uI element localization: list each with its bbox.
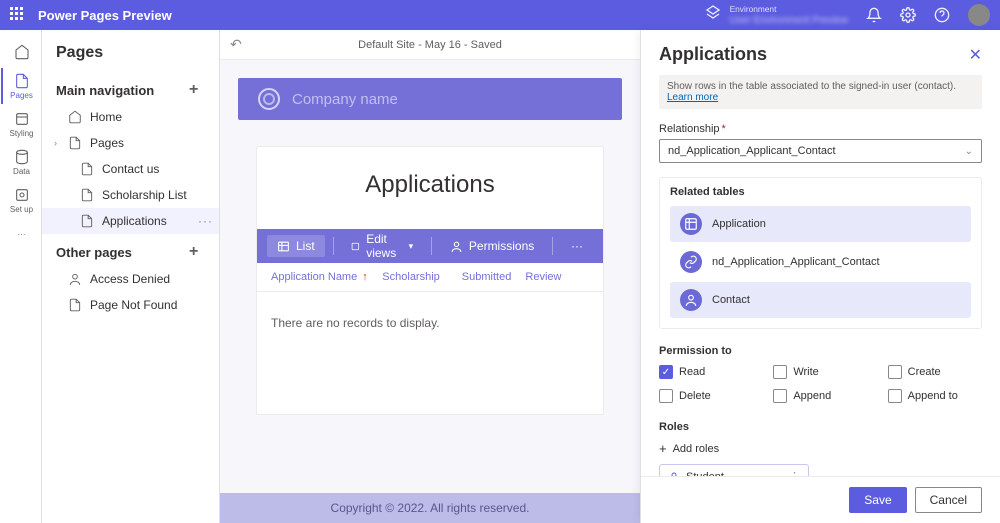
perm-append[interactable]: Append <box>773 389 867 403</box>
company-logo-icon <box>258 88 280 110</box>
rail-pages[interactable]: Pages <box>1 68 41 104</box>
relationship-select[interactable]: nd_Application_Applicant_Contact⌄ <box>659 139 982 163</box>
toolbar-list[interactable]: List <box>267 235 325 257</box>
app-launcher-icon[interactable] <box>10 7 26 23</box>
environment-picker[interactable]: Environment User Environment Preview <box>705 4 848 26</box>
nav-contact[interactable]: Contact us <box>42 156 219 182</box>
panel-close-icon[interactable]: ✕ <box>969 45 982 65</box>
save-button[interactable]: Save <box>849 487 906 513</box>
side-heading: Pages <box>42 30 219 72</box>
rail-setup[interactable]: Set up <box>1 182 41 218</box>
perm-appendto[interactable]: Append to <box>888 389 982 403</box>
perm-write[interactable]: Write <box>773 365 867 379</box>
sort-asc-icon[interactable]: ↑ <box>362 271 368 283</box>
breadcrumb: Default Site - May 16 - Saved <box>358 39 502 51</box>
user-avatar[interactable] <box>968 4 990 26</box>
app-title: Power Pages Preview <box>38 8 172 23</box>
company-name: Company name <box>292 91 398 108</box>
roles-heading: Roles <box>659 421 982 433</box>
related-tables-box: Related tables Application nd_Applicatio… <box>659 177 982 329</box>
toolbar-edit-views[interactable]: Edit views▾ <box>341 228 423 264</box>
nav-scholarship[interactable]: Scholarship List <box>42 182 219 208</box>
add-page-icon[interactable] <box>189 82 205 98</box>
related-link[interactable]: nd_Application_Applicant_Contact <box>670 244 971 280</box>
rail-more[interactable]: ··· <box>1 220 41 248</box>
related-contact[interactable]: Contact <box>670 282 971 318</box>
table-header: Application Name ↑ Scholarship Submitted… <box>257 263 603 292</box>
rail-data[interactable]: Data <box>1 144 41 180</box>
table-permission-panel: Applications ✕ Show rows in the table as… <box>640 30 1000 523</box>
help-icon[interactable] <box>934 7 950 23</box>
panel-title: Applications <box>659 44 767 65</box>
page-title: Applications <box>257 147 603 229</box>
add-other-page-icon[interactable] <box>189 244 205 260</box>
perm-delete[interactable]: Delete <box>659 389 753 403</box>
chevron-right-icon: › <box>54 138 57 148</box>
related-application[interactable]: Application <box>670 206 971 242</box>
env-name: User Environment Preview <box>730 15 848 26</box>
nav-pages[interactable]: ›Pages <box>42 130 219 156</box>
page-footer: Copyright © 2022. All rights reserved. <box>220 493 640 523</box>
perm-create[interactable]: Create <box>888 365 982 379</box>
notifications-icon[interactable] <box>866 7 882 23</box>
more-icon[interactable]: ··· <box>198 214 213 228</box>
table-empty: There are no records to display. <box>257 292 603 354</box>
undo-icon[interactable]: ↶ <box>230 36 242 53</box>
toolbar-more[interactable]: ··· <box>561 235 593 257</box>
nav-applications[interactable]: Applications··· <box>42 208 219 234</box>
role-chip-student[interactable]: Student ⋮ <box>659 464 809 476</box>
settings-icon[interactable] <box>900 7 916 23</box>
nav-access-denied[interactable]: Access Denied <box>42 266 219 292</box>
relationship-label: Relationship* <box>659 123 982 135</box>
rail-home[interactable] <box>1 38 41 66</box>
info-bar: Show rows in the table associated to the… <box>659 75 982 109</box>
side-section-other: Other pages <box>42 234 219 266</box>
toolbar-permissions[interactable]: Permissions <box>440 235 544 257</box>
related-tables-heading: Related tables <box>670 186 971 198</box>
chevron-down-icon: ▾ <box>409 241 414 252</box>
perm-read[interactable]: ✓Read <box>659 365 753 379</box>
company-banner: Company name <box>238 78 622 120</box>
add-roles-button[interactable]: Add roles <box>659 441 982 456</box>
permission-heading: Permission to <box>659 345 982 357</box>
env-label: Environment <box>730 4 777 14</box>
chevron-down-icon: ⌄ <box>965 146 973 157</box>
nav-home[interactable]: Home <box>42 104 219 130</box>
side-section-main: Main navigation <box>42 72 219 104</box>
cancel-button[interactable]: Cancel <box>915 487 982 513</box>
learn-more-link[interactable]: Learn more <box>667 92 718 103</box>
rail-styling[interactable]: Styling <box>1 106 41 142</box>
nav-not-found[interactable]: Page Not Found <box>42 292 219 318</box>
